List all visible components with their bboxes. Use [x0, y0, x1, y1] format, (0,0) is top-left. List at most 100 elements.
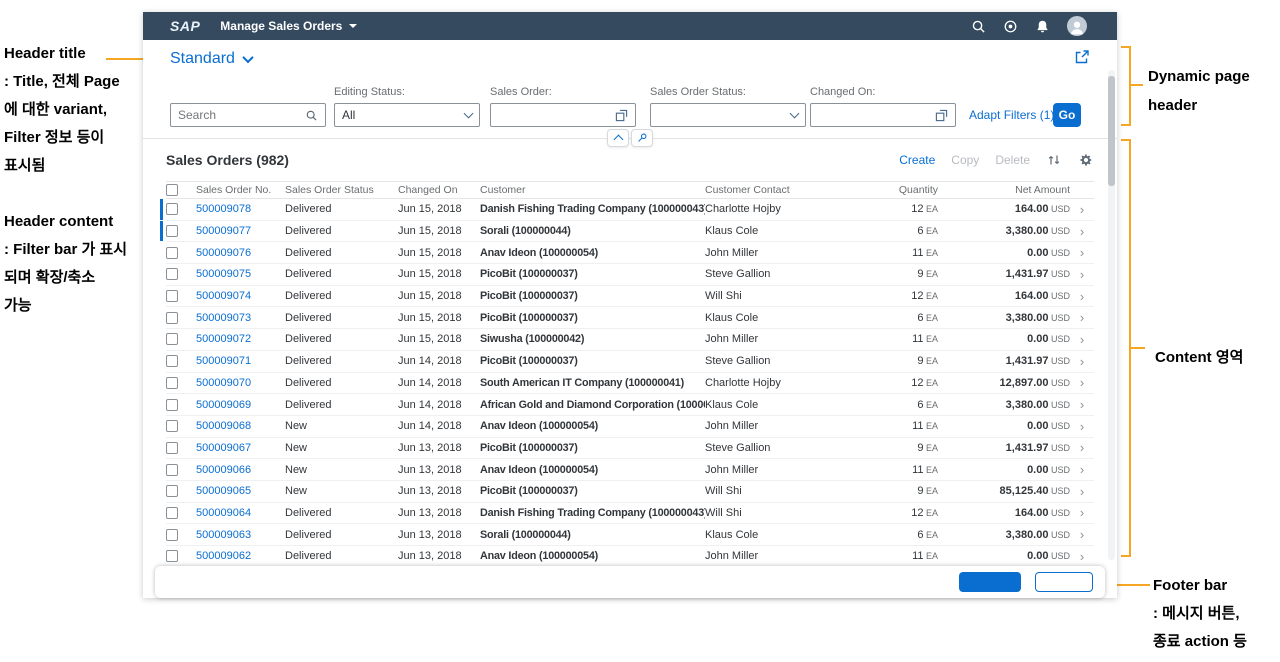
- row-navigation-chevron-icon[interactable]: ›: [1070, 550, 1094, 563]
- sales-order-link[interactable]: 500009072: [196, 333, 251, 345]
- create-button[interactable]: Create: [899, 153, 935, 167]
- table-row[interactable]: 500009077 Delivered Jun 15, 2018 Sorali (10…: [160, 220, 1094, 243]
- column-header-customer[interactable]: Customer: [480, 184, 705, 196]
- sales-order-link[interactable]: 500009073: [196, 312, 251, 324]
- row-checkbox[interactable]: [166, 506, 178, 519]
- search-input[interactable]: [178, 108, 305, 122]
- column-header-changed-on[interactable]: Changed On: [398, 184, 480, 196]
- row-navigation-chevron-icon[interactable]: ›: [1070, 528, 1094, 541]
- pin-header-button[interactable]: [631, 129, 653, 147]
- variant-selector[interactable]: Standard: [170, 50, 254, 68]
- row-navigation-chevron-icon[interactable]: ›: [1070, 290, 1094, 303]
- notifications-bell-icon[interactable]: [1035, 19, 1050, 34]
- column-header-quantity[interactable]: Quantity: [850, 184, 940, 196]
- row-checkbox[interactable]: [166, 203, 178, 216]
- row-checkbox[interactable]: [166, 485, 178, 498]
- sales-order-link[interactable]: 500009064: [196, 507, 251, 519]
- column-header-net-amount[interactable]: Net Amount: [940, 184, 1070, 196]
- changed-on-input[interactable]: [810, 103, 956, 127]
- table-row[interactable]: 500009068 New Jun 14, 2018 Anav Ideon (1000…: [166, 416, 1094, 438]
- row-checkbox[interactable]: [166, 420, 178, 433]
- sales-order-link[interactable]: 500009069: [196, 399, 251, 411]
- row-navigation-chevron-icon[interactable]: ›: [1070, 203, 1094, 216]
- search-icon[interactable]: [971, 19, 986, 34]
- row-navigation-chevron-icon[interactable]: ›: [1070, 333, 1094, 346]
- sales-order-link[interactable]: 500009070: [196, 377, 251, 389]
- adapt-filters-link[interactable]: Adapt Filters (1): [969, 108, 1054, 122]
- share-icon[interactable]: [1074, 49, 1090, 65]
- row-checkbox[interactable]: [166, 225, 178, 238]
- row-navigation-chevron-icon[interactable]: ›: [1070, 463, 1094, 476]
- editing-status-select[interactable]: All: [334, 103, 480, 127]
- sort-button[interactable]: [1046, 152, 1062, 168]
- copilot-icon[interactable]: [1003, 19, 1018, 34]
- value-help-icon[interactable]: [935, 109, 948, 122]
- table-row[interactable]: 500009072 Delivered Jun 15, 2018 Siwusha (1…: [166, 329, 1094, 351]
- row-navigation-chevron-icon[interactable]: ›: [1070, 311, 1094, 324]
- row-navigation-chevron-icon[interactable]: ›: [1070, 420, 1094, 433]
- row-navigation-chevron-icon[interactable]: ›: [1070, 355, 1094, 368]
- copy-button[interactable]: Copy: [951, 153, 979, 167]
- row-checkbox[interactable]: [166, 311, 178, 324]
- sales-order-link[interactable]: 500009078: [196, 203, 251, 215]
- table-row[interactable]: 500009063 Delivered Jun 13, 2018 Sorali (10…: [166, 524, 1094, 546]
- sales-order-link[interactable]: 500009074: [196, 290, 251, 302]
- table-row[interactable]: 500009065 New Jun 13, 2018 PicoBit (1000000…: [166, 481, 1094, 503]
- collapse-header-button[interactable]: [607, 129, 629, 147]
- row-navigation-chevron-icon[interactable]: ›: [1070, 506, 1094, 519]
- table-row[interactable]: 500009066 New Jun 13, 2018 Anav Ideon (1000…: [166, 459, 1094, 481]
- row-navigation-chevron-icon[interactable]: ›: [1070, 246, 1094, 259]
- sales-order-link[interactable]: 500009063: [196, 529, 251, 541]
- table-row[interactable]: 500009064 Delivered Jun 13, 2018 Danish Fis…: [166, 503, 1094, 525]
- row-checkbox[interactable]: [166, 246, 178, 259]
- table-row[interactable]: 500009078 Delivered Jun 15, 2018 Danish Fis…: [160, 199, 1094, 221]
- row-checkbox[interactable]: [166, 355, 178, 368]
- table-row[interactable]: 500009074 Delivered Jun 15, 2018 PicoBit (1…: [166, 286, 1094, 308]
- row-navigation-chevron-icon[interactable]: ›: [1070, 441, 1094, 454]
- row-checkbox[interactable]: [166, 441, 178, 454]
- sales-order-link[interactable]: 500009066: [196, 464, 251, 476]
- table-row[interactable]: 500009062 Delivered Jun 13, 2018 Anav Ideon…: [166, 546, 1094, 568]
- select-all-checkbox[interactable]: [166, 184, 178, 196]
- user-avatar[interactable]: [1067, 16, 1087, 36]
- row-checkbox[interactable]: [166, 376, 178, 389]
- value-help-icon[interactable]: [615, 109, 628, 122]
- table-row[interactable]: 500009076 Delivered Jun 15, 2018 Anav Ideon…: [166, 242, 1094, 265]
- go-button[interactable]: Go: [1053, 103, 1081, 127]
- row-checkbox[interactable]: [166, 398, 178, 411]
- row-checkbox[interactable]: [166, 290, 178, 303]
- search-field[interactable]: [170, 103, 326, 127]
- sales-order-link[interactable]: 500009077: [196, 225, 251, 237]
- row-navigation-chevron-icon[interactable]: ›: [1070, 376, 1094, 389]
- settings-button[interactable]: [1078, 152, 1094, 168]
- row-navigation-chevron-icon[interactable]: ›: [1070, 225, 1094, 238]
- row-navigation-chevron-icon[interactable]: ›: [1070, 268, 1094, 281]
- sales-order-link[interactable]: 500009076: [196, 247, 251, 259]
- row-checkbox[interactable]: [166, 528, 178, 541]
- sales-order-status-select[interactable]: [650, 103, 806, 127]
- row-checkbox[interactable]: [166, 268, 178, 281]
- table-row[interactable]: 500009075 Delivered Jun 15, 2018 PicoBit (1…: [166, 264, 1094, 286]
- sales-order-input[interactable]: [490, 103, 636, 127]
- sales-order-link[interactable]: 500009067: [196, 442, 251, 454]
- row-navigation-chevron-icon[interactable]: ›: [1070, 398, 1094, 411]
- table-row[interactable]: 500009067 New Jun 13, 2018 PicoBit (1000000…: [166, 438, 1094, 460]
- delete-button[interactable]: Delete: [995, 153, 1030, 167]
- table-row[interactable]: 500009071 Delivered Jun 14, 2018 PicoBit (1…: [166, 351, 1094, 373]
- column-header-customer-contact[interactable]: Customer Contact: [705, 184, 850, 196]
- footer-primary-button[interactable]: [959, 572, 1021, 592]
- table-row[interactable]: 500009070 Delivered Jun 14, 2018 South Amer…: [166, 373, 1094, 395]
- vertical-scrollbar[interactable]: [1108, 70, 1115, 560]
- row-navigation-chevron-icon[interactable]: ›: [1070, 485, 1094, 498]
- footer-secondary-button[interactable]: [1035, 572, 1093, 592]
- table-row[interactable]: 500009069 Delivered Jun 14, 2018 African Go…: [166, 394, 1094, 416]
- sales-order-link[interactable]: 500009075: [196, 268, 251, 280]
- row-checkbox[interactable]: [166, 333, 178, 346]
- row-checkbox[interactable]: [166, 550, 178, 563]
- sales-order-link[interactable]: 500009071: [196, 355, 251, 367]
- row-checkbox[interactable]: [166, 463, 178, 476]
- app-title-menu[interactable]: Manage Sales Orders: [220, 19, 358, 33]
- scrollbar-thumb[interactable]: [1108, 76, 1115, 186]
- sales-order-link[interactable]: 500009062: [196, 550, 251, 562]
- sales-order-link[interactable]: 500009068: [196, 420, 251, 432]
